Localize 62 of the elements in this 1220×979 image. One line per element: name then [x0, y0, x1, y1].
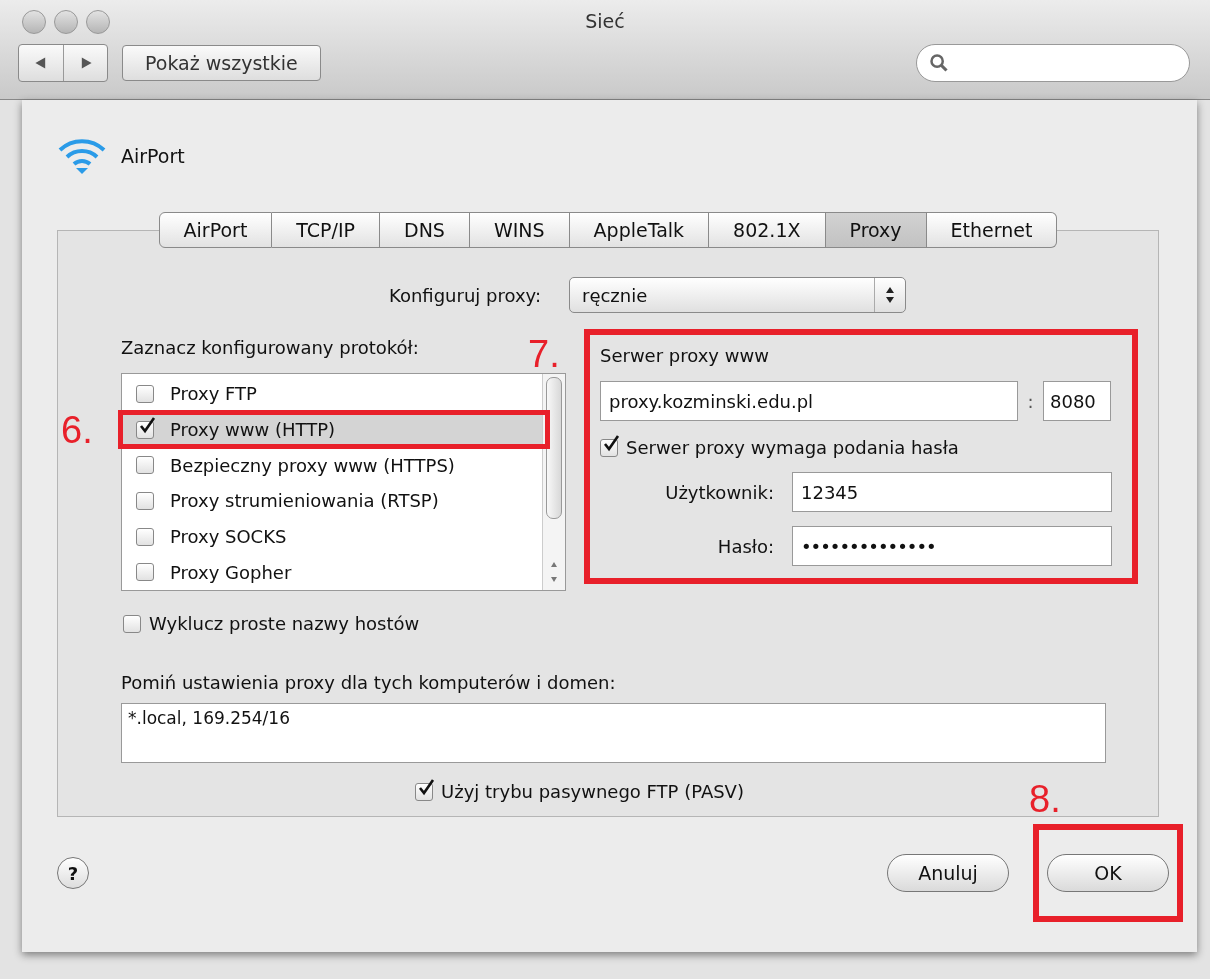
host-field[interactable]: proxy.kozminski.edu.pl	[600, 381, 1018, 421]
tab[interactable]: Ethernet	[926, 212, 1058, 248]
protocol-label: Proxy www (HTTP)	[170, 419, 336, 440]
push-button[interactable]: OK	[1047, 854, 1169, 892]
wifi-icon	[57, 136, 107, 176]
tab[interactable]: DNS	[380, 212, 470, 248]
scrollbar[interactable]	[542, 374, 565, 590]
window-title: Sieć	[584, 10, 626, 32]
search-field[interactable]	[916, 44, 1190, 82]
protocol-label: Proxy SOCKS	[170, 526, 287, 547]
section-label: Zaznacz konfigurowany protokół:	[121, 337, 419, 360]
left-triangle-icon	[34, 56, 48, 70]
checkbox[interactable]	[136, 456, 154, 475]
help-button[interactable]: ?	[57, 857, 89, 889]
protocol-label: Proxy Gopher	[170, 561, 292, 583]
protocol-label: Proxy FTP	[170, 383, 257, 405]
tab[interactable]: AppleTalk	[569, 212, 710, 248]
checkbox[interactable]	[415, 782, 434, 801]
section-label: Serwer proxy www	[600, 345, 769, 368]
list-row[interactable]: Proxy FTP	[122, 376, 542, 412]
step-number: 7.	[528, 335, 560, 373]
port-field[interactable]: 8080	[1043, 381, 1111, 421]
checkbox-label: Serwer proxy wymaga podania hasła	[626, 437, 959, 458]
field-label: Hasło:	[716, 535, 774, 557]
bypass-text-area[interactable]: *.local, 169.254/16	[121, 703, 1106, 763]
tab[interactable]: WINS	[469, 212, 570, 248]
list-row[interactable]: Proxy strumieniowania (RTSP)	[122, 483, 542, 519]
service-name: AirPort	[121, 145, 185, 167]
window-button[interactable]	[54, 10, 78, 34]
proxy-dropdown[interactable]: ręcznie	[569, 277, 906, 313]
show-all-button[interactable]: Pokaż wszystkie	[122, 45, 321, 81]
list-row[interactable]: Bezpieczny proxy www (HTTPS)	[122, 447, 542, 483]
checkbox[interactable]	[136, 491, 154, 510]
window-button[interactable]	[22, 10, 46, 34]
step-number: 6.	[61, 411, 93, 449]
protocol-label: Bezpieczny proxy www (HTTPS)	[170, 454, 455, 476]
push-button[interactable]: Anuluj	[887, 854, 1009, 892]
field-label: Użytkownik:	[664, 481, 774, 503]
separator-text: :	[1026, 390, 1035, 412]
section-label: Pomiń ustawienia proxy dla tych komputerów i domen:	[121, 672, 617, 693]
window-button[interactable]	[86, 10, 110, 34]
checkbox[interactable]	[136, 563, 154, 582]
tab[interactable]: 802.1X	[709, 212, 826, 248]
search-icon	[929, 53, 949, 73]
checkbox-label: Użyj trybu pasywnego FTP (PASV)	[441, 781, 744, 802]
tab[interactable]: TCP/IP	[272, 212, 381, 248]
checkbox[interactable]	[600, 438, 618, 457]
dropdown-arrows-icon	[885, 286, 895, 304]
protocol-label: Proxy strumieniowania (RTSP)	[170, 490, 439, 512]
checkbox[interactable]	[136, 384, 154, 403]
tab[interactable]: Proxy	[825, 212, 927, 248]
username-field[interactable]: 12345	[792, 472, 1112, 512]
step-number: 8.	[1029, 780, 1061, 818]
tab[interactable]: AirPort	[158, 212, 273, 248]
checkbox-label: Wyklucz proste nazwy hostów	[149, 613, 420, 634]
list-row[interactable]: Proxy Gopher	[122, 554, 542, 591]
checkbox[interactable]	[136, 420, 154, 439]
field-label: Konfiguruj proxy:	[388, 284, 541, 306]
list-row[interactable]: Proxy SOCKS	[122, 518, 542, 555]
checkbox[interactable]	[136, 527, 154, 546]
password-field[interactable]: ••••••••••••••	[792, 526, 1112, 566]
checkbox[interactable]	[123, 614, 141, 633]
